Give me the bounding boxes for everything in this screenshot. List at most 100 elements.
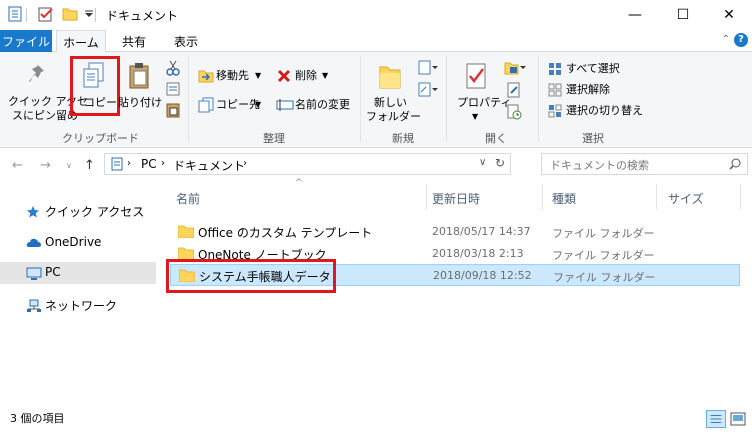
- forward-icon[interactable]: →: [40, 158, 51, 173]
- checklist-icon[interactable]: [38, 6, 54, 22]
- search-box[interactable]: ドキュメントの検索: [541, 153, 748, 175]
- properties-icon: [466, 63, 486, 89]
- help-icon[interactable]: ?: [734, 33, 748, 47]
- nav-item-label: OneDrive: [45, 235, 102, 249]
- cloud-icon: [26, 238, 41, 247]
- quick-access-dropdown-icon[interactable]: [84, 10, 94, 18]
- delete-dropdown-icon[interactable]: ▼: [322, 69, 328, 83]
- tab-view[interactable]: 表示: [164, 30, 208, 52]
- clipboard-group-label: クリップボード: [62, 132, 139, 145]
- open-icon[interactable]: [504, 60, 526, 76]
- select-none-icon: [548, 83, 562, 97]
- copy-to-dropdown-icon[interactable]: ▼: [255, 98, 261, 112]
- nav-item-label: クイック アクセス: [45, 205, 145, 219]
- copy-to-icon: [198, 97, 214, 113]
- address-dropdown-icon[interactable]: ∨: [479, 157, 486, 168]
- invert-selection-button[interactable]: 選択の切り替え: [566, 104, 643, 118]
- move-to-dropdown-icon[interactable]: ▼: [255, 69, 261, 83]
- new-folder-label-2[interactable]: フォルダー: [366, 110, 421, 124]
- edit-icon[interactable]: [506, 82, 522, 98]
- crumb-separator-icon: ›: [243, 158, 247, 169]
- cut-icon[interactable]: [166, 60, 180, 76]
- select-all-button[interactable]: すべて選択: [566, 62, 620, 76]
- file-date: 2018/05/17 14:37: [432, 225, 531, 238]
- delete-icon: [277, 69, 291, 83]
- crumb-separator-icon: ›: [161, 158, 165, 169]
- open-group-label: 開く: [485, 132, 507, 145]
- large-icons-view-icon[interactable]: [728, 410, 748, 428]
- column-header-date[interactable]: 更新日時: [432, 190, 480, 207]
- properties-button[interactable]: プロパティ: [457, 96, 511, 110]
- history-icon[interactable]: [506, 104, 522, 120]
- file-name: Office のカスタム テンプレート: [198, 226, 373, 240]
- details-view-icon[interactable]: [706, 410, 726, 428]
- paste-shortcut-icon[interactable]: [166, 102, 180, 118]
- recent-locations-icon[interactable]: ∨: [66, 161, 72, 170]
- easy-access-icon[interactable]: [418, 82, 438, 98]
- column-header-type[interactable]: 種類: [552, 190, 576, 207]
- nav-item-label: PC: [45, 265, 61, 279]
- selected-folder-highlight-box: [166, 259, 336, 293]
- pin-icon: [29, 64, 44, 82]
- search-icon[interactable]: [729, 158, 741, 170]
- copy-to-button[interactable]: コピー先: [216, 98, 260, 112]
- nav-item-onedrive[interactable]: OneDrive: [0, 232, 156, 254]
- new-folder-label-1[interactable]: 新しい: [374, 96, 407, 110]
- window-title: ドキュメント: [106, 9, 179, 23]
- nav-item-quick-access[interactable]: クイック アクセス: [0, 200, 156, 222]
- collapse-ribbon-icon[interactable]: ⌃: [722, 34, 730, 45]
- new-group-label: 新規: [392, 132, 414, 145]
- address-bar[interactable]: › PC › ドキュメント › ∨ ↻: [104, 153, 511, 175]
- tab-home[interactable]: ホーム: [56, 30, 106, 53]
- file-date: 2018/03/18 2:13: [432, 247, 524, 260]
- invert-selection-icon: [548, 104, 562, 118]
- move-to-icon: [198, 70, 214, 83]
- monitor-icon: [26, 267, 42, 280]
- nav-item-pc[interactable]: PC: [0, 262, 156, 284]
- new-item-icon[interactable]: [418, 60, 438, 76]
- refresh-icon[interactable]: ↻: [495, 156, 505, 170]
- ribbon: クイック アクセ スにピン留め コピー 貼り付け クリップボード 移動先 ▼ コ…: [0, 52, 752, 148]
- breadcrumb-documents[interactable]: ドキュメント: [173, 157, 245, 174]
- pin-quick-access-label-2[interactable]: スにピン留め: [12, 109, 78, 123]
- search-input[interactable]: ドキュメントの検索: [550, 157, 649, 173]
- file-type: ファイル フォルダー: [552, 227, 655, 240]
- breadcrumb-pc[interactable]: PC: [141, 157, 157, 171]
- move-to-button[interactable]: 移動先: [216, 69, 249, 83]
- select-none-button[interactable]: 選択解除: [566, 83, 610, 97]
- properties-dropdown-icon[interactable]: ▼: [472, 110, 478, 124]
- documents-icon: [111, 157, 123, 171]
- network-icon: [27, 299, 41, 312]
- table-row[interactable]: Office のカスタム テンプレート 2018/05/17 14:37 ファイ…: [170, 221, 740, 243]
- close-button[interactable]: ✕: [706, 0, 752, 30]
- tab-file[interactable]: ファイル: [0, 30, 52, 52]
- file-date: 2018/09/18 12:52: [433, 269, 532, 282]
- crumb-separator-icon: ›: [127, 158, 131, 169]
- nav-item-label: ネットワーク: [45, 299, 118, 313]
- maximize-button[interactable]: ☐: [660, 0, 706, 30]
- properties-icon[interactable]: [8, 6, 22, 22]
- title-bar: ドキュメント — ☐ ✕: [0, 0, 752, 30]
- copy-path-icon[interactable]: [166, 82, 180, 96]
- rename-icon: [276, 99, 294, 111]
- select-group-label: 選択: [582, 132, 604, 145]
- new-folder-icon: [379, 66, 401, 89]
- file-list: ^ 名前 更新日時 種類 サイズ Office のカスタム テンプレート 201…: [166, 178, 752, 402]
- paste-button[interactable]: 貼り付け: [118, 96, 162, 110]
- rename-button[interactable]: 名前の変更: [295, 98, 350, 112]
- file-type: ファイル フォルダー: [553, 271, 656, 284]
- navigation-pane: クイック アクセス OneDrive PC ネットワーク: [0, 182, 160, 402]
- delete-button[interactable]: 削除: [295, 69, 317, 83]
- organize-group-label: 整理: [263, 132, 285, 145]
- column-header-name[interactable]: 名前: [176, 190, 200, 207]
- nav-item-network[interactable]: ネットワーク: [0, 294, 156, 316]
- item-count: 3 個の項目: [10, 412, 65, 425]
- back-icon[interactable]: ←: [12, 158, 23, 173]
- ribbon-tabs: ファイル ホーム 共有 表示 ⌃ ?: [0, 30, 752, 53]
- up-icon[interactable]: ↑: [84, 158, 95, 173]
- column-header-size[interactable]: サイズ: [668, 190, 704, 207]
- folder-icon[interactable]: [62, 6, 78, 22]
- copy-highlight-box: [70, 56, 120, 116]
- tab-share[interactable]: 共有: [112, 30, 156, 52]
- minimize-button[interactable]: —: [612, 0, 658, 30]
